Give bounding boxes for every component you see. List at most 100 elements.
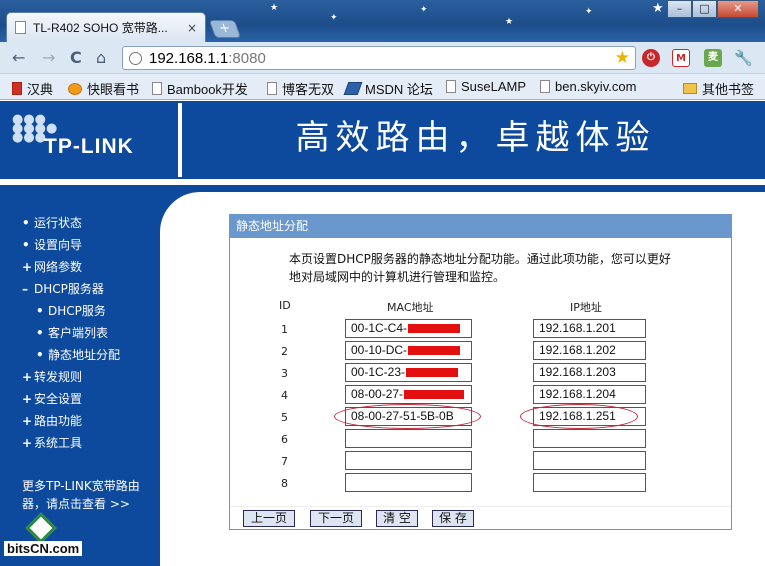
bitscn-watermark: bitsCN.com: [4, 512, 90, 561]
ip-address-input[interactable]: [533, 429, 646, 448]
redaction-mark: [406, 368, 459, 378]
sidebar-item-label: 转发规则: [34, 370, 83, 384]
ip-value: 192.168.1.204: [539, 387, 616, 401]
other-bookmarks-label: 其他书签: [702, 82, 755, 97]
folder-icon: [683, 83, 697, 94]
redaction-mark: [404, 390, 465, 400]
redaction-mark: [408, 324, 461, 334]
home-icon[interactable]: ⌂: [96, 48, 106, 68]
bullet-icon: •: [36, 304, 44, 318]
gmail-icon[interactable]: M: [672, 49, 690, 67]
sky-star: ✦: [330, 13, 338, 23]
ip-address-input[interactable]: [533, 451, 646, 470]
msdn-icon: [343, 82, 363, 95]
extension-icon[interactable]: 麦: [704, 49, 722, 67]
browser-tab[interactable]: TL-R402 SOHO 宽带路... ×: [6, 12, 206, 42]
ip-address-input[interactable]: 192.168.1.201: [533, 319, 646, 338]
sidebar-item-forwarding[interactable]: + 转发规则: [22, 366, 120, 388]
bookmark-label: SuseLAMP: [461, 79, 527, 94]
bookmark-item[interactable]: MSDN 论坛: [343, 79, 433, 98]
sidebar-item-label: 客户端列表: [48, 326, 109, 340]
bookmark-item[interactable]: 汉典: [12, 79, 53, 98]
wrench-icon[interactable]: 🔧: [734, 49, 753, 67]
next-page-button[interactable]: 下一页: [310, 510, 362, 527]
mac-address-input[interactable]: [345, 451, 472, 470]
mac-value: 00-1C-23-: [351, 365, 406, 379]
mac-address-input[interactable]: 00-1C-23-: [345, 363, 472, 382]
mac-address-input[interactable]: 00-10-DC-: [345, 341, 472, 360]
page-icon: [267, 82, 277, 95]
forward-icon[interactable]: →: [42, 48, 55, 68]
close-icon[interactable]: ×: [187, 21, 197, 35]
sidebar-item-static-address[interactable]: • 静态地址分配: [22, 344, 120, 366]
bookmark-label: 汉典: [27, 82, 54, 97]
sidebar-item-label: 系统工具: [34, 436, 83, 450]
sidebar-item-label: 静态地址分配: [48, 348, 121, 362]
new-tab-button[interactable]: +: [208, 20, 242, 38]
sidebar-item-network[interactable]: + 网络参数: [22, 256, 120, 278]
sidebar-item-label: 运行状态: [34, 216, 83, 230]
mac-address-input[interactable]: [345, 429, 472, 448]
maximize-button[interactable]: □: [692, 0, 717, 18]
browser-titlebar: ★ ✦ ✦ ★ ✦ ★ TL-R402 SOHO 宽带路... × + – □ …: [0, 0, 765, 42]
page-icon: [15, 21, 26, 34]
mac-value: 08-00-27-: [351, 387, 404, 401]
sidebar-menu: • 运行状态 • 设置向导 + 网络参数 – DHCP服务器 • DHCP服务 • 客户端列…: [22, 212, 120, 454]
mac-address-input[interactable]: 00-1C-C4-: [345, 319, 472, 338]
sidebar-item-dhcp-server[interactable]: – DHCP服务器: [22, 278, 120, 300]
back-icon[interactable]: ←: [12, 48, 25, 68]
bookmark-item[interactable]: Bambook开发: [152, 79, 248, 98]
adblock-icon[interactable]: ⏻: [642, 49, 660, 67]
ip-address-input[interactable]: [533, 473, 646, 492]
bookmarks-bar: 汉典 快眼看书 Bambook开发 博客无双 MSDN 论坛 SuseLAMP …: [0, 74, 765, 100]
highlight-ellipse: [520, 404, 638, 429]
column-header-ip: IP地址: [570, 301, 602, 314]
row-id: 1: [281, 323, 288, 336]
minimize-button[interactable]: –: [667, 0, 692, 18]
address-bar[interactable]: 192.168.1.1 :8080 ★: [122, 46, 636, 70]
sidebar-item-dhcp-service[interactable]: • DHCP服务: [22, 300, 120, 322]
bookmark-star-icon[interactable]: ★: [615, 48, 630, 68]
bookmark-label: 博客无双: [282, 82, 335, 97]
window-close-button[interactable]: ✕: [717, 0, 759, 18]
sidebar-item-label: 网络参数: [34, 260, 83, 274]
sidebar-item-system-tools[interactable]: + 系统工具: [22, 432, 120, 454]
sidebar-item-label: 路由功能: [34, 414, 83, 428]
sidebar-item-label: 安全设置: [34, 392, 83, 406]
bookmark-item[interactable]: SuseLAMP: [446, 79, 526, 94]
mac-address-input[interactable]: 08-00-27-: [345, 385, 472, 404]
row-id: 8: [281, 477, 288, 490]
bitscn-logo-icon: [25, 512, 57, 544]
sky-star: ★: [505, 17, 514, 27]
bookmark-icon: [12, 82, 22, 95]
page-icon: [540, 80, 550, 93]
mac-address-input[interactable]: [345, 473, 472, 492]
reload-icon[interactable]: C: [70, 48, 82, 68]
sidebar-item-wizard[interactable]: • 设置向导: [22, 234, 120, 256]
sidebar-item-status[interactable]: • 运行状态: [22, 212, 120, 234]
ip-address-input[interactable]: 192.168.1.203: [533, 363, 646, 382]
bookmark-item[interactable]: ben.skyiv.com: [540, 79, 636, 94]
sidebar-item-security[interactable]: + 安全设置: [22, 388, 120, 410]
column-header-id: ID: [279, 299, 291, 312]
ip-address-input[interactable]: 192.168.1.202: [533, 341, 646, 360]
ip-address-input[interactable]: 192.168.1.204: [533, 385, 646, 404]
expand-icon: +: [22, 436, 33, 450]
slogan: 高效路由，卓越体验: [295, 118, 656, 158]
clear-button[interactable]: 清 空: [376, 510, 418, 527]
sidebar-item-routing[interactable]: + 路由功能: [22, 410, 120, 432]
bullet-icon: •: [36, 326, 44, 340]
page-icon: [152, 82, 162, 95]
prev-page-button[interactable]: 上一页: [243, 510, 295, 527]
redaction-mark: [408, 346, 461, 356]
bookmark-item[interactable]: 快眼看书: [68, 79, 139, 98]
sky-star: ★: [270, 3, 279, 13]
row-id: 2: [281, 345, 288, 358]
sidebar-item-client-list[interactable]: • 客户端列表: [22, 322, 120, 344]
save-button[interactable]: 保 存: [432, 510, 474, 527]
other-bookmarks[interactable]: 其他书签: [683, 79, 754, 98]
bookmark-item[interactable]: 博客无双: [267, 79, 334, 98]
panel-description: 本页设置DHCP服务器的静态地址分配功能。通过此项功能，您可以更好地对局域网中的…: [289, 252, 671, 284]
more-products-link[interactable]: 更多TP-LINK宽带路由器，请点击查看 >>: [22, 477, 152, 513]
page-icon: [446, 80, 456, 93]
